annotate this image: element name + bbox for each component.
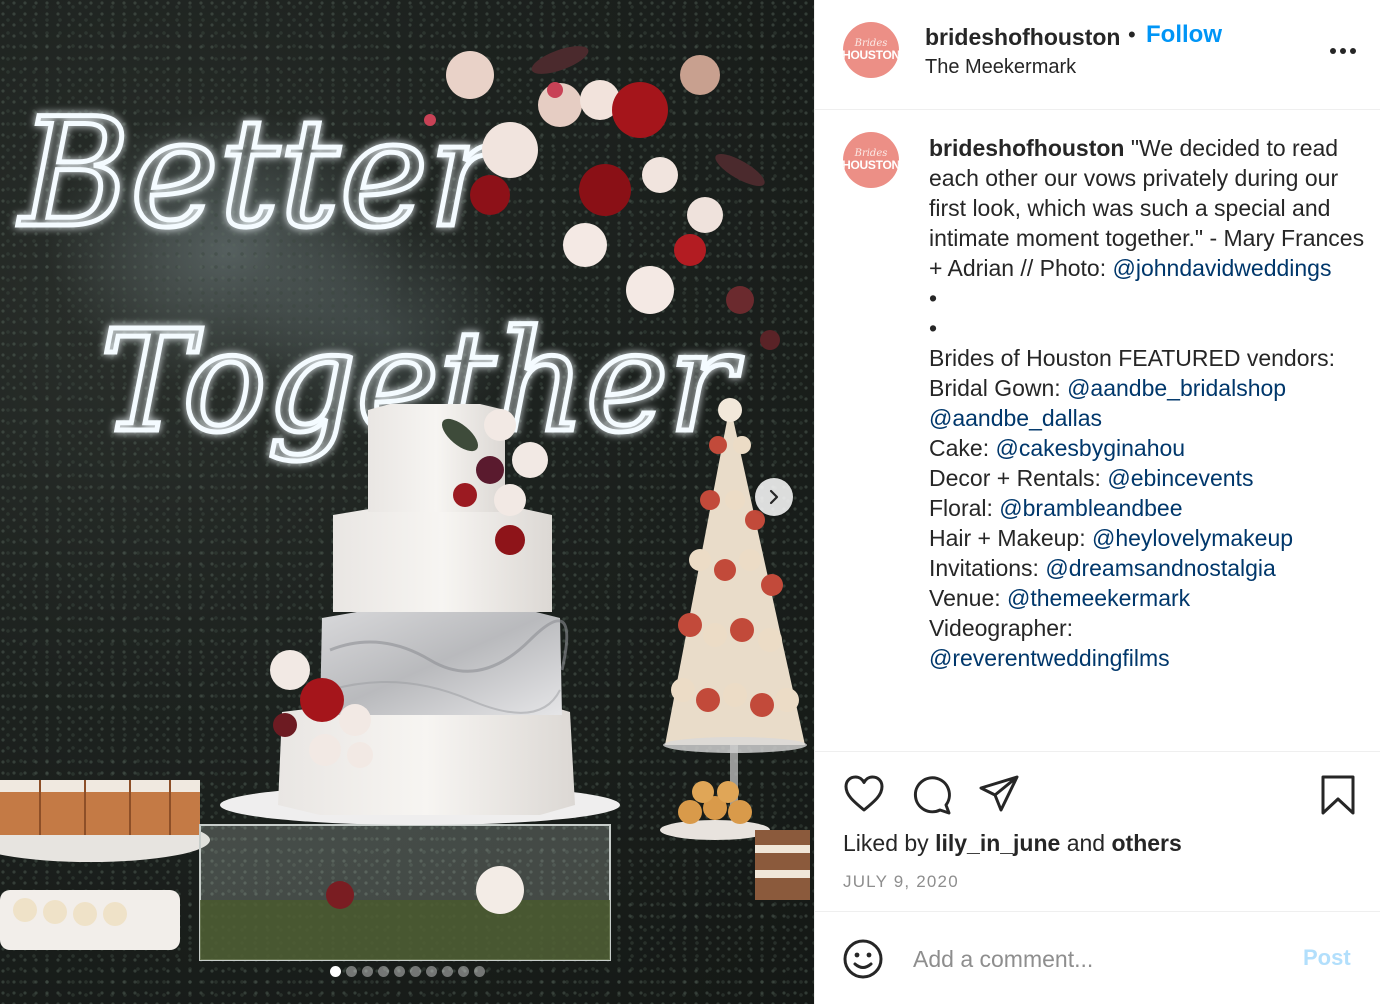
featured-heading: Brides of Houston FEATURED vendors:	[929, 345, 1336, 371]
carousel-dot	[345, 966, 357, 977]
liked-by-others-link[interactable]: others	[1111, 830, 1181, 856]
carousel-dot	[329, 966, 341, 977]
caption-username[interactable]: brideshofhouston	[929, 135, 1124, 161]
vendor-label: Bridal Gown:	[929, 375, 1061, 401]
comment-icon	[913, 776, 951, 815]
liked-by-user-link[interactable]: lily_in_june	[935, 830, 1060, 856]
vendor-label: Hair + Makeup:	[929, 525, 1086, 551]
chevron-right-icon	[769, 489, 779, 505]
header-separator: •	[1128, 22, 1136, 47]
vendor-label: Venue:	[929, 585, 1001, 611]
carousel-dot	[441, 966, 453, 977]
emoji-icon	[843, 939, 883, 979]
carousel-dot	[425, 966, 437, 977]
likes-connector: and	[1066, 830, 1106, 856]
carousel-indicator	[0, 966, 814, 980]
like-button[interactable]	[843, 774, 885, 819]
likes-prefix: Liked by	[843, 830, 929, 856]
emoji-button[interactable]	[842, 938, 884, 985]
carousel-dot	[377, 966, 389, 977]
mention-link[interactable]: @johndavidweddings	[1112, 255, 1331, 281]
vendor-label: Invitations:	[929, 555, 1039, 581]
dessert-trays	[0, 780, 210, 950]
post-actions: Liked by lily_in_june and others JULY 9,…	[815, 752, 1380, 912]
caption-text: brideshofhouston "We decided to read eac…	[929, 133, 1369, 673]
save-button[interactable]	[1319, 774, 1357, 821]
mention-link[interactable]: @dreamsandnostalgia	[1045, 555, 1275, 581]
avatar-word-text: HOUSTON	[843, 47, 899, 62]
header-username[interactable]: brideshofhouston	[925, 24, 1120, 51]
carousel-dot	[361, 966, 373, 977]
caption-avatar[interactable]: Brides HOUSTON	[843, 132, 899, 188]
location-link[interactable]: The Meekermark	[925, 56, 1076, 79]
vendor-line: Venue: @themeekermark	[929, 583, 1369, 613]
vendor-line: Cake: @cakesbyginahou	[929, 433, 1369, 463]
carousel-dot	[393, 966, 405, 977]
post-date[interactable]: JULY 9, 2020	[843, 872, 959, 892]
more-horizontal-icon[interactable]	[1323, 36, 1363, 66]
carousel-next-button[interactable]	[755, 478, 793, 516]
vendor-line: Bridal Gown: @aandbe_bridalshop	[929, 373, 1369, 403]
share-button[interactable]	[978, 774, 1020, 819]
caption-bullet: •	[929, 285, 938, 311]
mention-link[interactable]: @aandbe_bridalshop	[1067, 375, 1286, 401]
caption-area: Brides HOUSTON brideshofhouston "We deci…	[815, 110, 1380, 752]
comment-input[interactable]	[911, 940, 1285, 978]
mention-link[interactable]: @cakesbyginahou	[995, 435, 1185, 461]
vendor-line: Invitations: @dreamsandnostalgia	[929, 553, 1369, 583]
caption-bullet: •	[929, 315, 938, 341]
avatar-script-text: Brides	[854, 37, 888, 49]
carousel-dot	[409, 966, 421, 977]
vendor-line: @aandbe_dallas	[929, 403, 1369, 433]
avatar-word-text: HOUSTON	[843, 157, 899, 172]
vendor-line: Floral: @brambleandbee	[929, 493, 1369, 523]
vendor-line: Hair + Makeup: @heylovelymakeup	[929, 523, 1369, 553]
mention-link[interactable]: @reverentweddingfilms	[929, 645, 1170, 671]
neon-line-1: Better	[17, 87, 508, 261]
post-side-panel: Brides HOUSTON brideshofhouston • Follow…	[814, 0, 1380, 1004]
mention-link[interactable]: @aandbe_dallas	[929, 405, 1102, 431]
post-comment-button[interactable]: Post	[1303, 945, 1351, 971]
wedding-cake	[270, 404, 575, 815]
mention-link[interactable]: @brambleandbee	[999, 495, 1182, 521]
carousel-dot	[473, 966, 485, 977]
comment-button[interactable]	[910, 774, 952, 821]
vendor-label: Cake:	[929, 435, 990, 461]
vendor-label: Decor + Rentals:	[929, 465, 1101, 491]
post-header: Brides HOUSTON brideshofhouston • Follow…	[815, 0, 1380, 110]
vendor-label: Videographer:	[929, 615, 1074, 641]
follow-button[interactable]: Follow	[1146, 21, 1222, 49]
vendor-label: Floral:	[929, 495, 993, 521]
mention-link[interactable]: @heylovelymakeup	[1092, 525, 1293, 551]
post-photo[interactable]: Better Together	[0, 0, 814, 1004]
vendor-line: Decor + Rentals: @ebincevents	[929, 463, 1369, 493]
share-icon	[979, 775, 1019, 812]
vendor-line: @reverentweddingfilms	[929, 643, 1369, 673]
photo-scene: Better Together	[0, 46, 810, 961]
heart-icon	[844, 775, 884, 812]
mention-link[interactable]: @themeekermark	[1007, 585, 1190, 611]
avatar-script-text: Brides	[854, 147, 888, 159]
likes-summary: Liked by lily_in_june and others	[843, 830, 1182, 857]
bookmark-icon	[1321, 775, 1355, 815]
comment-bar: Post	[815, 912, 1380, 1004]
vendor-line: Videographer:	[929, 613, 1369, 643]
mention-link[interactable]: @ebincevents	[1107, 465, 1253, 491]
tart-stand	[660, 781, 810, 900]
avatar[interactable]: Brides HOUSTON	[843, 22, 899, 78]
carousel-dot	[457, 966, 469, 977]
